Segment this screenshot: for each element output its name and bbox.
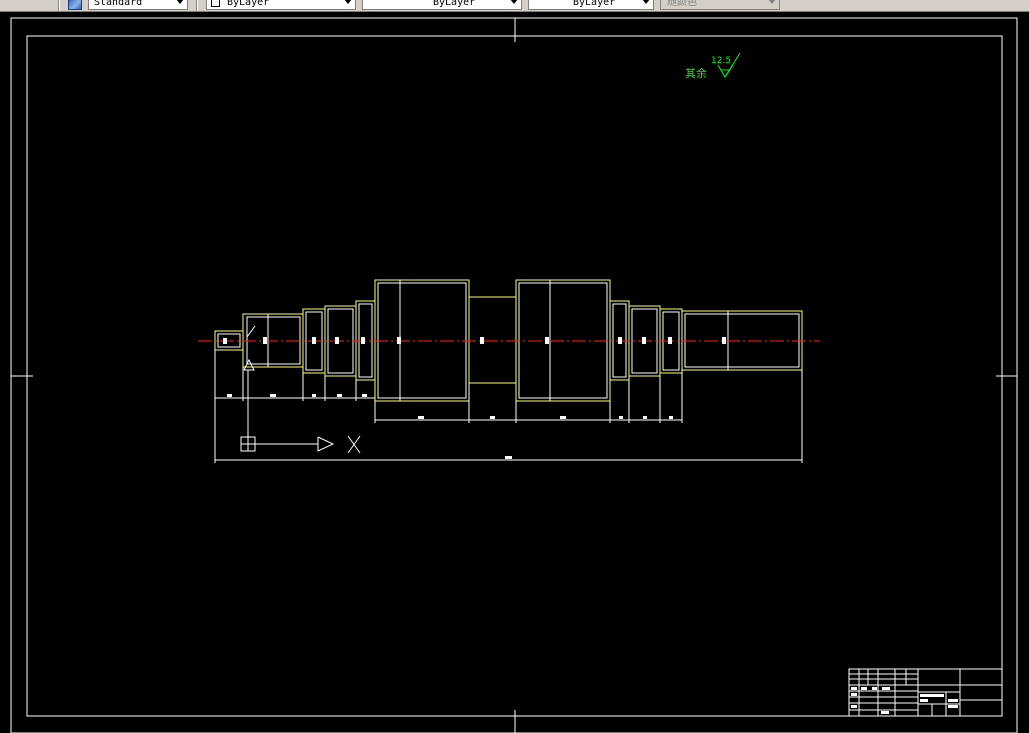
- roughness-value: 12.5: [711, 56, 731, 66]
- plot-style-value: 随颜色: [667, 0, 697, 8]
- chevron-down-icon: [642, 0, 650, 4]
- color-dropdown[interactable]: ByLayer: [206, 0, 356, 10]
- shaft-part: [198, 279, 820, 402]
- linetype-value: ByLayer: [433, 0, 476, 8]
- linetype-dropdown[interactable]: ByLayer: [362, 0, 522, 10]
- color-swatch-icon: [211, 0, 220, 7]
- drawing-frame: [26, 35, 1003, 717]
- lineweight-dropdown[interactable]: ByLayer: [528, 0, 654, 10]
- datum-marker-icon: [243, 325, 256, 371]
- chevron-down-icon: [768, 0, 776, 4]
- roughness-note: 其余: [685, 66, 707, 80]
- ucs-icon: [240, 435, 361, 454]
- properties-toolbar: Standard ByLayer ByLayer ByLayer 随颜色: [0, 0, 1029, 12]
- chevron-down-icon: [510, 0, 518, 4]
- toolbar-separator: [196, 0, 198, 11]
- chevron-down-icon: [344, 0, 352, 4]
- text-style-value: Standard: [94, 0, 143, 8]
- toolbar-separator: [58, 0, 60, 11]
- text-style-dropdown[interactable]: Standard: [88, 0, 188, 10]
- centering-marks: [11, 18, 1017, 733]
- dimension-values: [227, 394, 673, 459]
- chevron-down-icon: [176, 0, 184, 4]
- plot-style-dropdown[interactable]: 随颜色: [660, 0, 780, 10]
- title-block: [848, 668, 1003, 717]
- text-style-icon[interactable]: [68, 0, 82, 10]
- sheet-border: [10, 17, 1018, 733]
- drawing-canvas[interactable]: 其余 12.5: [0, 12, 1029, 733]
- lineweight-value: ByLayer: [573, 0, 616, 8]
- color-value: ByLayer: [227, 0, 270, 8]
